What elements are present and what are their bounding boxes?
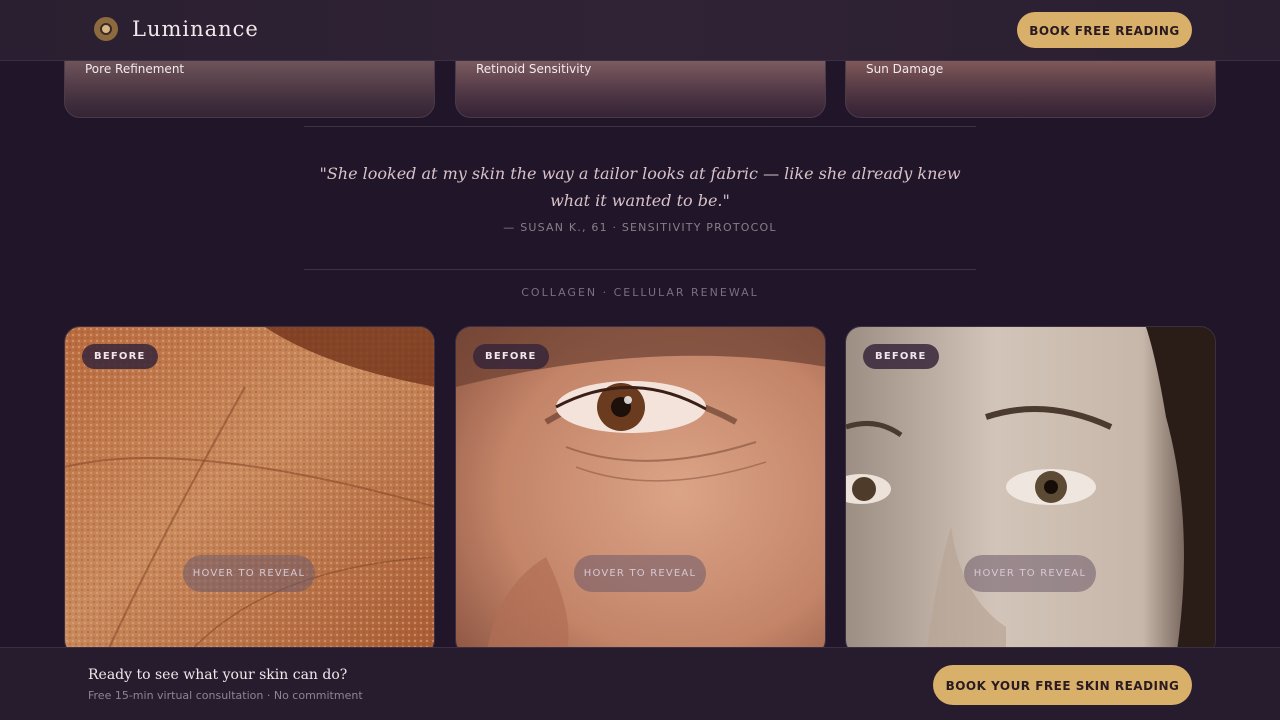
brand-name: Luminance [132,17,259,41]
cta-title: Ready to see what your skin can do? [88,667,348,683]
hover-to-reveal-pill[interactable]: HOVER TO REVEAL [964,555,1096,592]
woman-face-image [846,327,1215,655]
brand[interactable]: Luminance [94,17,259,41]
before-badge: BEFORE [82,344,158,369]
before-after-card[interactable]: BEFORE HOVER TO REVEAL [64,326,435,656]
divider [304,269,976,270]
mature-eye-image [456,327,825,655]
sticky-cta-bar: Ready to see what your skin can do? Free… [0,647,1280,720]
cta-subtitle: Free 15-min virtual consultation · No co… [88,689,363,702]
before-after-card[interactable]: BEFORE HOVER TO REVEAL [455,326,826,656]
hover-to-reveal-pill[interactable]: HOVER TO REVEAL [574,555,706,592]
brand-logo-icon [94,17,118,41]
skin-texture-image [65,327,434,655]
testimonial-attribution: — SUSAN K., 61 · SENSITIVITY PROTOCOL [503,221,777,234]
divider [304,126,976,127]
treatment-card-label: Sun Damage [866,62,944,76]
before-after-card[interactable]: BEFORE HOVER TO REVEAL [845,326,1216,656]
testimonial-quote: "She looked at my skin the way a tailor … [319,164,961,210]
before-badge: BEFORE [863,344,939,369]
before-badge: BEFORE [473,344,549,369]
section-label: COLLAGEN · CELLULAR RENEWAL [521,286,759,299]
top-navigation-bar: Luminance BOOK FREE READING [0,0,1280,61]
book-free-reading-button[interactable]: BOOK FREE READING [1017,12,1192,48]
book-free-skin-reading-button[interactable]: BOOK YOUR FREE SKIN READING [933,665,1192,705]
treatment-card-label: Pore Refinement [85,62,185,76]
treatment-card-label: Retinoid Sensitivity [476,62,592,76]
hover-to-reveal-pill[interactable]: HOVER TO REVEAL [183,555,315,592]
